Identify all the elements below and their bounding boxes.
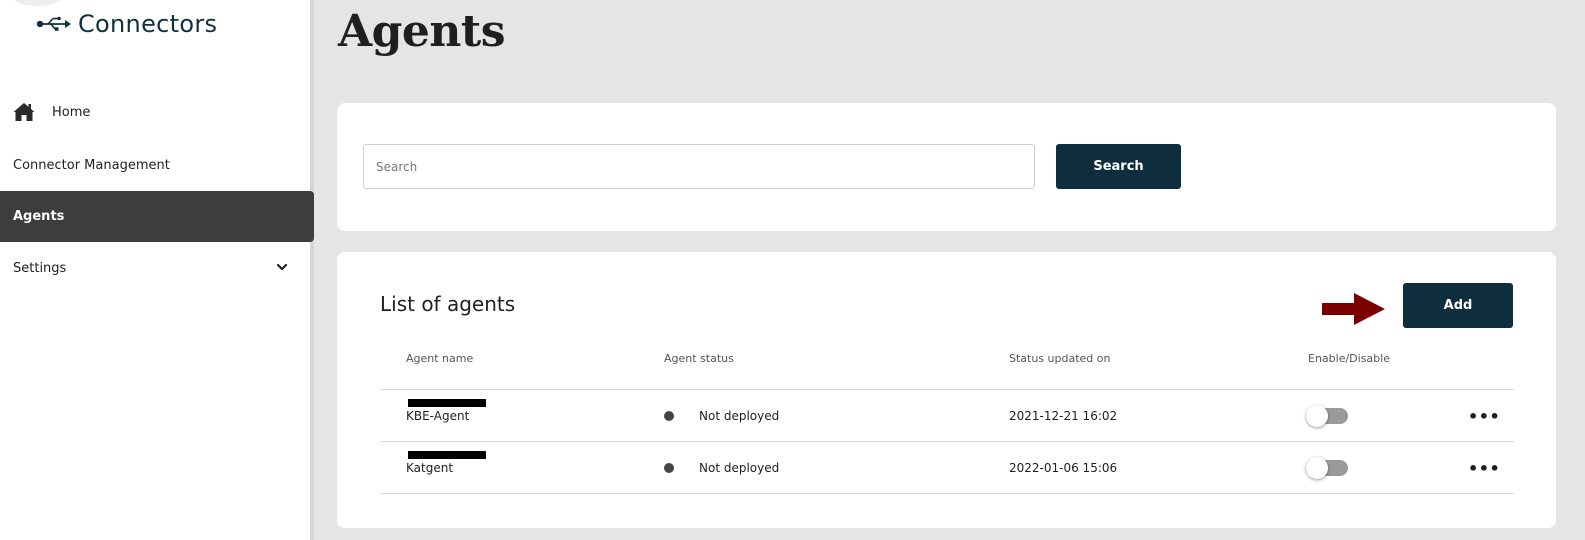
sidebar-item-home[interactable]: Home: [0, 87, 314, 137]
status-dot-cell: [664, 442, 674, 494]
search-button[interactable]: Search: [1056, 144, 1181, 189]
agent-status: Not deployed: [699, 409, 780, 423]
agent-name-cell: KBE-Agent: [406, 390, 486, 442]
sidebar-item-label: Home: [52, 104, 91, 120]
redaction-mark: [408, 451, 486, 459]
status-dot-cell: [664, 390, 674, 442]
enable-toggle[interactable]: [1306, 457, 1348, 479]
search-input[interactable]: [363, 144, 1035, 189]
sidebar-item-agents[interactable]: Agents: [0, 191, 314, 242]
toggle-knob: [1306, 457, 1328, 479]
more-actions-cell: •••: [1468, 390, 1500, 442]
agent-status: Not deployed: [699, 461, 780, 475]
agent-name-cell: Katgent: [406, 442, 486, 494]
toggle-knob: [1306, 405, 1328, 427]
sidebar-item-connector-management[interactable]: Connector Management: [0, 140, 314, 190]
sidebar-item-label: Connector Management: [13, 157, 170, 173]
enable-toggle-cell: [1306, 442, 1348, 494]
annotation-arrow-icon: [1322, 292, 1386, 330]
enable-toggle-cell: [1306, 390, 1348, 442]
agents-list-card: List of agents Add Agent name Agent stat…: [337, 252, 1556, 528]
list-title: List of agents: [380, 292, 516, 316]
table-row[interactable]: KBE-Agent Not deployed 2021-12-21 16:02 …: [380, 390, 1514, 442]
redaction-mark: [408, 399, 486, 407]
status-dot-icon: [664, 411, 674, 421]
brand[interactable]: Connectors: [36, 10, 217, 38]
more-options-icon[interactable]: •••: [1468, 407, 1500, 426]
page-title: Agents: [338, 6, 505, 57]
home-icon: [12, 100, 36, 124]
chevron-down-icon[interactable]: [276, 261, 288, 276]
agent-name: KBE-Agent: [406, 409, 470, 423]
search-card: Search: [337, 103, 1556, 231]
logo-shape: [12, 0, 62, 6]
column-header-status-updated[interactable]: Status updated on: [1009, 352, 1111, 365]
add-agent-button[interactable]: Add: [1403, 283, 1513, 328]
status-dot-icon: [664, 463, 674, 473]
more-options-icon[interactable]: •••: [1468, 459, 1500, 478]
column-header-enable-disable: Enable/Disable: [1308, 352, 1390, 365]
status-updated-on: 2022-01-06 15:06: [1009, 461, 1118, 475]
status-updated-on: 2021-12-21 16:02: [1009, 409, 1118, 423]
column-header-agent-name[interactable]: Agent name: [406, 352, 473, 365]
sidebar: Connectors Home Connector Management Age…: [0, 0, 314, 540]
column-header-agent-status[interactable]: Agent status: [664, 352, 734, 365]
table-row[interactable]: Katgent Not deployed 2022-01-06 15:06 ••…: [380, 442, 1514, 494]
enable-toggle[interactable]: [1306, 405, 1348, 427]
sidebar-item-label: Settings: [13, 260, 67, 276]
divider: [380, 493, 1514, 494]
agent-name: Katgent: [406, 461, 454, 475]
sidebar-item-label: Agents: [13, 209, 65, 224]
sidebar-item-settings[interactable]: Settings: [0, 243, 314, 293]
more-actions-cell: •••: [1468, 442, 1500, 494]
brand-name: Connectors: [78, 10, 218, 38]
usb-icon: [36, 16, 72, 32]
